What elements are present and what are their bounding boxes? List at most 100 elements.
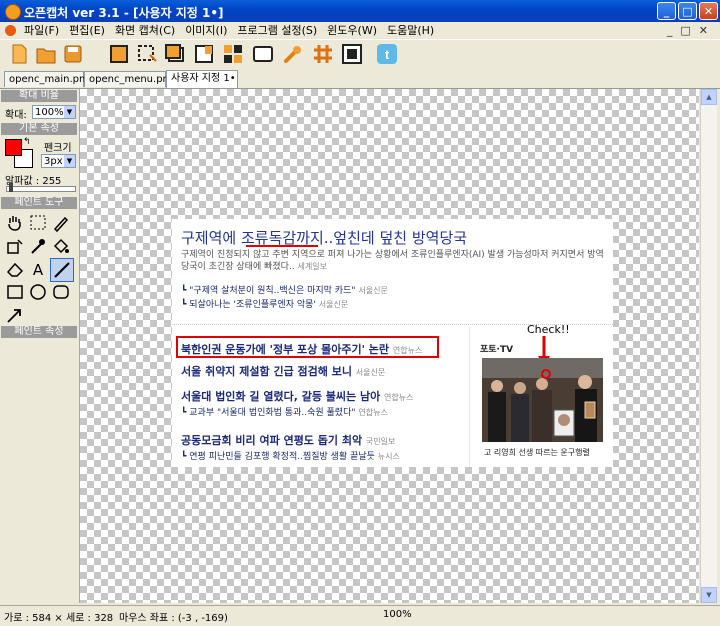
news-text: 공동모금회 비리 여파 연평도 돕기 최악 <box>181 434 363 447</box>
zoom-label: 확대: <box>5 110 27 121</box>
basic-section-header: 기본 속성 <box>1 123 77 135</box>
menu-window[interactable]: 윈도우(W) <box>322 22 382 39</box>
paint-bucket-icon[interactable] <box>51 236 71 256</box>
related-source: 서울신문 <box>318 300 349 309</box>
menu-edit[interactable]: 편집(E) <box>64 22 110 39</box>
news-text: 교과부 "서울대 법인화법 통과..숙원 풀렸다" <box>189 408 356 418</box>
capture-object-icon[interactable] <box>222 43 244 65</box>
related-link: ┗ "구제역 살처분이 원칙..백신은 마지막 카드" 서울신문 <box>181 286 388 296</box>
crowd-photo-illustration <box>482 358 603 442</box>
capture-screen-icon[interactable] <box>108 43 130 65</box>
pen-size-value: 3px <box>44 156 63 167</box>
menu-file[interactable]: 파일(F) <box>19 22 64 39</box>
mdi-controls[interactable]: _□✕ <box>667 24 716 37</box>
pen-size-select[interactable]: 3px ▼ <box>41 154 76 168</box>
menu-settings[interactable]: 프로그램 설정(S) <box>232 22 322 39</box>
eyedropper-tool-icon[interactable] <box>28 236 48 256</box>
news-headline: 구제역에 조류독감까지..엎친데 덮친 방역당국 <box>181 229 468 247</box>
photo-caption: 고 리영희 선생 따르는 운구행렬 <box>484 448 590 457</box>
maximize-button[interactable]: □ <box>678 2 697 20</box>
menu-bar: 파일(F) 편집(E) 화면 캡쳐(C) 이미지(I) 프로그램 설정(S) 윈도우(W)… <box>0 22 720 39</box>
chevron-down-icon: ▼ <box>64 155 75 167</box>
red-underline-annotation <box>246 245 318 247</box>
pen-size-label: 펜크기 <box>44 143 72 154</box>
twitter-icon[interactable]: t <box>376 43 398 65</box>
rounded-rect-tool-icon[interactable] <box>51 282 71 302</box>
ruler-grid-icon[interactable] <box>312 43 334 65</box>
news-text: 연평 피난민들 김포행 확정적..찜질방 생활 끝날듯 <box>189 452 375 462</box>
menu-image[interactable]: 이미지(I) <box>180 22 232 39</box>
news-source: 연합뉴스 <box>384 393 414 402</box>
summary-text: 구제역이 진정되지 않고 주변 지역으로 퍼져 나가는 상황에서 조류인플루엔자… <box>181 250 604 272</box>
alpha-slider-track[interactable] <box>6 186 76 192</box>
summary-source: 세계일보 <box>297 262 327 271</box>
foreground-color-swatch[interactable] <box>5 139 22 156</box>
photo-tv-label: 포토·TV <box>480 345 514 355</box>
tab-custom-1[interactable]: 사용자 지정 1• <box>166 70 238 88</box>
related-link: ┗ 되살아나는 '조류인플루엔자 악몽' 서울신문 <box>181 300 349 310</box>
capture-fixed-icon[interactable] <box>341 43 363 65</box>
line-tool-selected[interactable] <box>50 258 74 282</box>
app-menu-icon[interactable] <box>5 25 16 36</box>
minimize-button[interactable]: _ <box>657 2 676 20</box>
image-size-status: 가로 : 584 × 세로 : 328 <box>4 613 114 624</box>
news-item: 공동모금회 비리 여파 연평도 돕기 최악 국민일보 <box>181 432 395 448</box>
tab-openc-menu[interactable]: openc_menu.png <box>84 71 175 87</box>
window-title: 오픈캡처 ver 3.1 - [사용자 지정 1•] <box>24 6 224 20</box>
news-item: 서울대 법인화 길 열렸다, 갈등 불씨는 남아 연합뉴스 <box>181 388 414 404</box>
open-icon[interactable] <box>35 43 57 65</box>
zoom-section-header: 확대 비율 <box>1 90 77 102</box>
zoom-status: 100% <box>383 609 412 620</box>
zoom-select[interactable]: 100% ▼ <box>32 105 76 119</box>
eyedropper-icon[interactable] <box>282 43 304 65</box>
related-source: 서울신문 <box>358 286 388 295</box>
captured-image[interactable]: 구제역에 조류독감까지..엎친데 덮친 방역당국 구제역이 진정되지 않고 주변… <box>172 219 613 467</box>
close-button[interactable]: ✕ <box>699 2 718 20</box>
vertical-scrollbar[interactable]: ▲ ▼ <box>700 89 717 603</box>
news-text: 북한인권 운동가에 '정부 포상 몰아주기' 논란 <box>181 343 390 356</box>
fill-tool-icon[interactable] <box>5 236 25 256</box>
eraser-tool-icon[interactable] <box>5 259 25 279</box>
related-link: ┗ 교과부 "서울대 법인화법 통과..숙원 풀렸다" 연합뉴스 <box>181 408 388 418</box>
capture-window-icon[interactable] <box>164 43 186 65</box>
swap-colors-icon[interactable]: ↰ <box>23 137 31 147</box>
chevron-down-icon: ▼ <box>64 106 75 118</box>
news-text: 서울 취약지 제설함 긴급 점검해 보니 <box>181 365 352 378</box>
news-source: 뉴시스 <box>377 452 400 461</box>
toolbar: t <box>0 39 720 71</box>
menu-capture[interactable]: 화면 캡쳐(C) <box>110 22 180 39</box>
app-icon <box>5 4 21 20</box>
alpha-label: 알파값 : 255 <box>5 176 62 187</box>
news-summary: 구제역이 진정되지 않고 주변 지역으로 퍼져 나가는 상황에서 조류인플루엔자… <box>181 249 606 273</box>
scroll-up-button[interactable]: ▲ <box>701 89 717 105</box>
tab-openc-main[interactable]: openc_main.png <box>4 71 92 87</box>
related-text: "구제역 살처분이 원칙..백신은 마지막 카드" <box>189 286 356 296</box>
news-photo <box>482 358 603 442</box>
capture-scroll-icon[interactable] <box>193 43 215 65</box>
rectangle-tool-icon[interactable] <box>5 282 25 302</box>
left-panel: 확대 비율 확대: 100% ▼ 기본 속성 ↰ 펜크기 3px ▼ 알파값 : 2… <box>0 89 80 603</box>
title-bar[interactable]: 오픈캡처 ver 3.1 - [사용자 지정 1•] _ □ ✕ <box>0 0 720 22</box>
menu-help[interactable]: 도움말(H) <box>382 22 439 39</box>
news-text: 서울대 법인화 길 열렸다, 갈등 불씨는 남아 <box>181 390 381 403</box>
paint-attr-header: 페인트 속성 <box>1 326 77 338</box>
capture-region-icon[interactable] <box>136 43 158 65</box>
pencil-tool-icon[interactable] <box>51 213 71 233</box>
scroll-down-button[interactable]: ▼ <box>701 587 717 603</box>
news-item: 북한인권 운동가에 '정부 포상 몰아주기' 논란 연합뉴스 <box>181 341 422 357</box>
new-icon[interactable] <box>8 43 30 65</box>
alpha-slider-thumb[interactable] <box>9 183 13 192</box>
news-source: 연합뉴스 <box>358 408 388 417</box>
capture-fullscreen-icon[interactable] <box>252 43 274 65</box>
check-annotation: Check!! <box>527 323 570 336</box>
select-tool-icon[interactable] <box>28 213 48 233</box>
arrow-tool-icon[interactable] <box>5 305 25 325</box>
text-tool-icon[interactable]: A <box>28 259 48 279</box>
news-source: 국민일보 <box>365 437 396 446</box>
svg-text:A: A <box>33 261 44 279</box>
ellipse-tool-icon[interactable] <box>28 282 48 302</box>
related-link: ┗ 연평 피난민들 김포행 확정적..찜질방 생활 끝날듯 뉴시스 <box>181 452 400 462</box>
mouse-coords-status: 마우스 좌표 : (-3 , -169) <box>119 613 228 624</box>
hand-tool-icon[interactable] <box>5 213 25 233</box>
save-icon[interactable] <box>62 43 84 65</box>
